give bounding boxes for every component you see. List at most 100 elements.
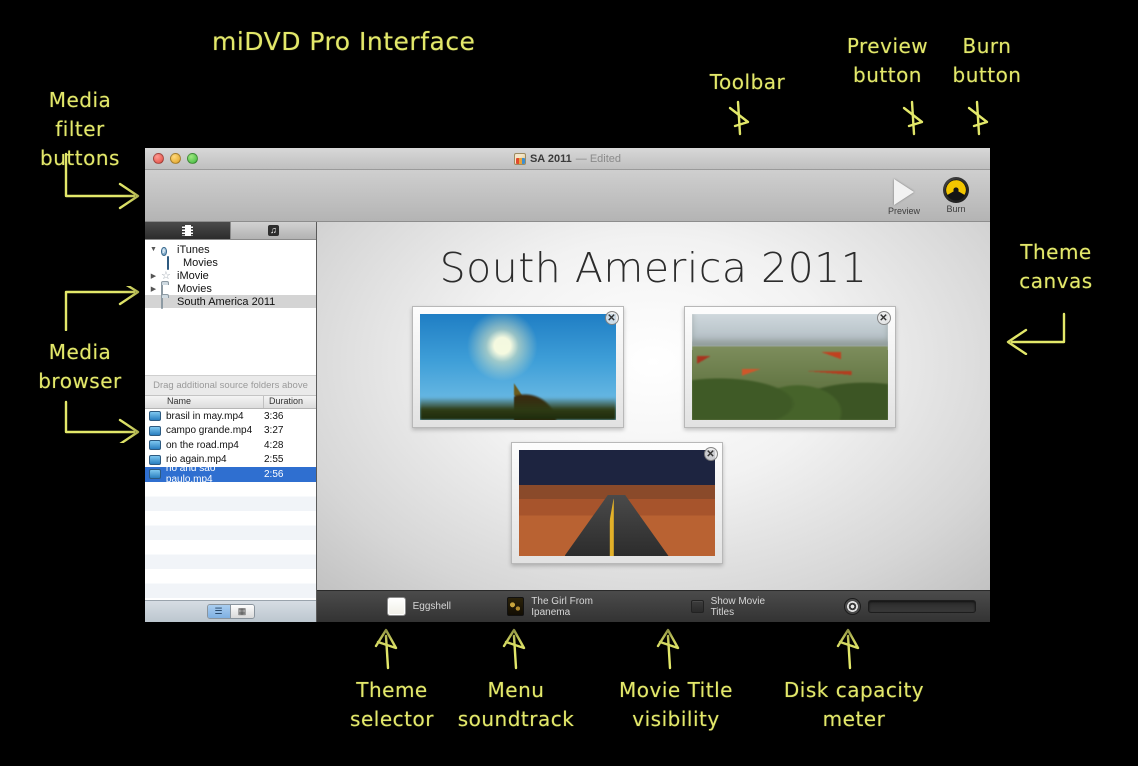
file-duration: 2:56 xyxy=(264,468,284,480)
grid-view-button[interactable]: ▦ xyxy=(230,605,254,618)
annotation-movie-title-visibility: Movie Title visibility xyxy=(619,678,733,731)
arrow-theme-selector xyxy=(372,628,402,675)
burn-button[interactable]: Burn xyxy=(936,176,976,214)
monitor-icon xyxy=(167,256,169,270)
tree-item-imovie[interactable]: ▶ ☆ iMovie xyxy=(145,269,316,282)
tree-item-movies[interactable]: ▶ Movies xyxy=(145,282,316,296)
palm-tree-thumbnail[interactable]: ✕ xyxy=(411,306,624,428)
arrow-toolbar xyxy=(726,100,756,147)
list-view-button[interactable]: ☰ xyxy=(207,605,231,618)
menu-soundtrack[interactable]: The Girl From Ipanema xyxy=(506,595,627,618)
file-name: campo grande.mp4 xyxy=(166,425,253,437)
show-movie-titles-label: Show Movie Titles xyxy=(710,595,766,618)
annotation-app-title: miDVD Pro Interface xyxy=(212,27,476,56)
column-header-duration[interactable]: Duration xyxy=(264,396,316,408)
desert-road-thumbnail[interactable]: ✕ xyxy=(510,442,723,564)
annotation-menu-soundtrack: Menu soundtrack xyxy=(457,678,575,731)
title-bar: SA 2011 — Edited xyxy=(145,148,990,170)
table-row[interactable]: on the road.mp4 4:28 xyxy=(145,438,316,453)
theme-canvas[interactable]: South America 2011 ✕ ✕ ✕ xyxy=(317,222,990,590)
monitor-icon xyxy=(149,425,161,436)
arrow-media-browser-bottom xyxy=(62,398,147,448)
annotation-preview-button: Preview button xyxy=(846,34,929,87)
theme-selector-label: Eggshell xyxy=(412,601,451,612)
show-movie-titles-toggle[interactable]: Show Movie Titles xyxy=(691,596,784,618)
tree-item-south-america-2011[interactable]: South America 2011 xyxy=(145,295,316,309)
tree-item-label: iTunes xyxy=(177,243,210,256)
theme-selector[interactable]: Eggshell xyxy=(386,597,451,616)
file-duration: 3:27 xyxy=(264,425,284,437)
view-toggle-bar: ☰ ▦ xyxy=(145,600,316,622)
bottom-toolbar: Eggshell The Girl From Ipanema Show Movi… xyxy=(317,590,990,622)
column-header-name[interactable]: Name xyxy=(145,396,264,408)
radiation-burn-icon xyxy=(943,177,969,203)
temple-rooftops-image xyxy=(691,314,888,420)
window-title-status: — Edited xyxy=(575,152,622,165)
window-title-name: SA 2011 xyxy=(529,152,572,165)
tree-item-itunes-movies[interactable]: Movies xyxy=(145,256,316,270)
table-row[interactable]: brasil in may.mp4 3:36 xyxy=(145,409,316,424)
table-row[interactable]: campo grande.mp4 3:27 xyxy=(145,424,316,439)
window-title: SA 2011 — Edited xyxy=(145,152,990,165)
arrow-media-browser-top xyxy=(62,279,147,336)
tree-item-label: Movies xyxy=(177,282,212,295)
audio-tab[interactable]: ♫ xyxy=(231,222,316,239)
view-toggle: ☰ ▦ xyxy=(206,604,255,619)
annotation-media-browser: Media browser xyxy=(38,340,122,393)
arrow-theme-canvas xyxy=(1000,310,1070,360)
file-name: brasil in may.mp4 xyxy=(166,410,244,422)
music-note-icon: ♫ xyxy=(268,225,279,236)
chevron-down-icon[interactable]: ▼ xyxy=(149,246,158,253)
preview-button-label: Preview xyxy=(887,206,920,216)
annotation-theme-selector: Theme selector xyxy=(350,678,434,731)
folder-icon xyxy=(161,295,163,309)
file-duration: 4:28 xyxy=(264,439,284,451)
file-name: on the road.mp4 xyxy=(166,439,239,451)
arrow-disk-capacity-meter xyxy=(834,628,864,675)
file-duration: 3:36 xyxy=(264,410,284,422)
monitor-icon xyxy=(149,440,161,451)
theme-swatch-icon[interactable] xyxy=(386,597,406,616)
tree-item-label: iMovie xyxy=(177,269,209,282)
arrow-media-filter xyxy=(62,150,147,220)
remove-thumbnail-button[interactable]: ✕ xyxy=(876,311,891,325)
play-triangle-icon xyxy=(894,179,914,205)
temple-rooftops-thumbnail[interactable]: ✕ xyxy=(683,306,896,428)
arrow-burn-button xyxy=(965,100,995,147)
arrow-preview-button xyxy=(900,100,930,147)
app-window: SA 2011 — Edited Preview Burn ♫ ▼ ♪ iTun… xyxy=(145,148,990,622)
soundtrack-label: The Girl From Ipanema xyxy=(531,595,593,618)
arrow-menu-soundtrack xyxy=(500,628,530,675)
tree-item-label: Movies xyxy=(183,256,218,269)
theme-canvas-area: South America 2011 ✕ ✕ ✕ Eggshell The Gi… xyxy=(317,222,990,622)
palm-tree-image xyxy=(419,314,616,420)
menu-title[interactable]: South America 2011 xyxy=(317,244,990,292)
checkbox-icon[interactable] xyxy=(691,600,704,613)
file-duration: 2:55 xyxy=(264,454,284,466)
monitor-icon xyxy=(149,469,161,480)
annotation-burn-button: Burn button xyxy=(952,34,1022,87)
annotation-theme-canvas: Theme canvas xyxy=(1019,240,1093,293)
file-list-empty-space xyxy=(145,481,316,600)
chevron-right-icon[interactable]: ▶ xyxy=(149,285,158,293)
chevron-right-icon[interactable]: ▶ xyxy=(149,272,158,280)
table-row[interactable]: rio and sao paulo.mp4 2:56 xyxy=(145,463,316,485)
remove-thumbnail-button[interactable]: ✕ xyxy=(703,447,718,461)
desert-road-image xyxy=(518,450,715,556)
tree-item-label: South America 2011 xyxy=(177,295,276,308)
toolbar: Preview Burn xyxy=(145,170,990,222)
dvd-document-icon xyxy=(513,152,526,165)
drag-source-hint: Drag additional source folders above xyxy=(145,376,316,396)
tree-item-itunes[interactable]: ▼ ♪ iTunes xyxy=(145,243,316,256)
annotation-toolbar: Toolbar xyxy=(709,70,786,94)
film-strip-icon xyxy=(182,225,193,236)
video-tab[interactable] xyxy=(145,222,231,239)
window-body: ♫ ▼ ♪ iTunes Movies ▶ ☆ iMovie ▶ Movies … xyxy=(145,222,990,622)
disc-icon xyxy=(844,598,862,615)
album-art-icon[interactable] xyxy=(506,597,525,616)
preview-button[interactable]: Preview xyxy=(884,176,924,216)
remove-thumbnail-button[interactable]: ✕ xyxy=(604,311,619,325)
media-filter-buttons: ♫ xyxy=(145,222,316,240)
source-tree: ▼ ♪ iTunes Movies ▶ ☆ iMovie ▶ Movies So… xyxy=(145,240,316,376)
monitor-icon xyxy=(149,411,161,422)
